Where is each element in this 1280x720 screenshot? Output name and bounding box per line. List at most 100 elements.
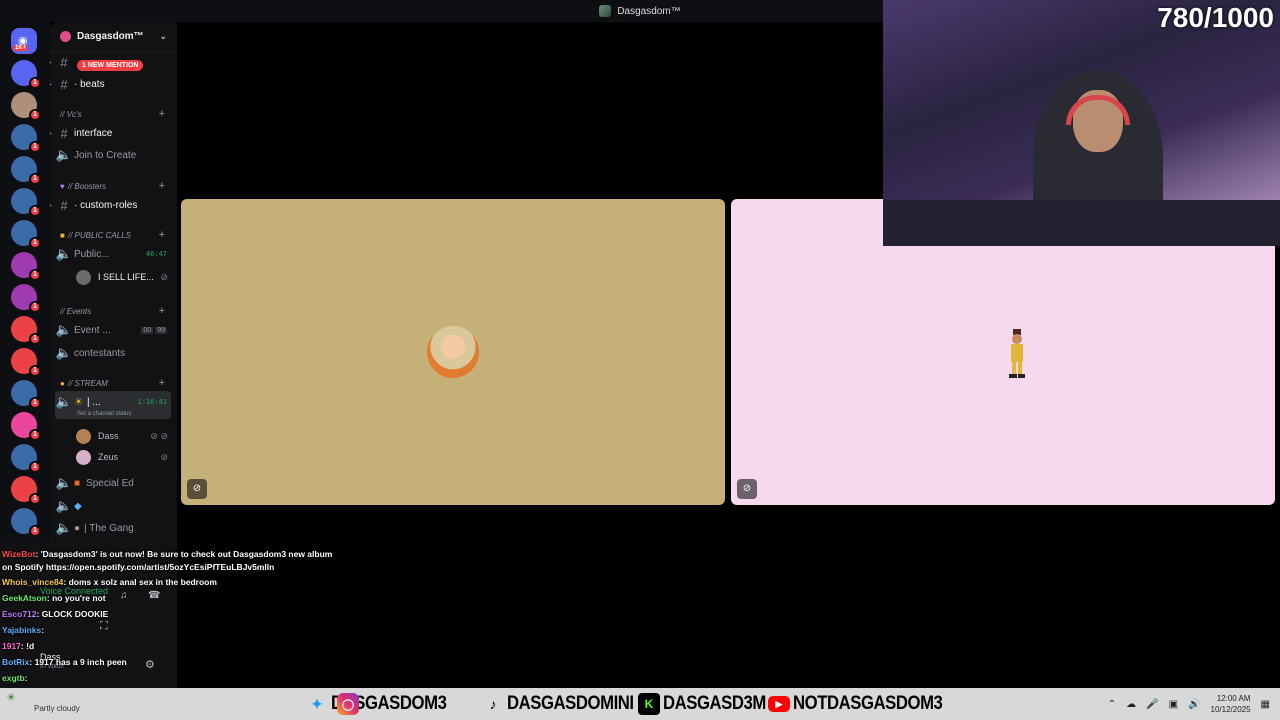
server-icon-6[interactable]: 1 (11, 252, 41, 281)
voice-user[interactable]: I SELL LIFE... ⊘ (76, 268, 176, 286)
add-channel-icon[interactable]: + (159, 180, 165, 192)
chevron-up-icon[interactable]: ⌃ (1108, 699, 1116, 710)
category-stream[interactable]: ● // STREAM + (50, 376, 177, 390)
mic-muted-icon: ⊘ (160, 271, 168, 282)
channel-status-prompt[interactable]: Set a channel status (77, 411, 131, 417)
server-icon-14[interactable]: 1 (11, 508, 41, 537)
hash-icon: # (60, 76, 68, 92)
server-icon-11[interactable]: 1 (11, 412, 41, 441)
chat-username: exgtb (2, 673, 25, 683)
channel-gem[interactable]: 🔈 ◆ (50, 497, 177, 515)
server-icon-10[interactable]: 1 (11, 380, 41, 409)
chat-username: Yajabinks (2, 625, 42, 635)
user-avatar (1009, 329, 1025, 378)
unread-indicator-icon: ▶ (50, 59, 52, 66)
call-timer: 46:47 (145, 250, 167, 258)
call-timer: 1:16:41 (137, 398, 167, 406)
server-icon-1[interactable]: 1 (11, 92, 41, 121)
speaker-icon: 🔈 (55, 475, 73, 490)
social-tiktok: ♪ DASGASDOMINI (482, 692, 651, 716)
channel-the-gang[interactable]: 🔈 ● | The Gang (50, 519, 177, 537)
weather-label: Partly cloudy (34, 704, 80, 713)
server-header[interactable]: Dasgasdom™ ⌄ (50, 22, 177, 52)
category-label: // PUBLIC CALLS (67, 230, 131, 240)
avatar (76, 269, 91, 285)
category-public-calls[interactable]: ■ // PUBLIC CALLS + (50, 228, 177, 242)
tiktok-icon: ♪ (489, 696, 497, 712)
voice-user-dass[interactable]: Dass ⊘ ⊘ (76, 427, 176, 445)
server-icon-7[interactable]: 1 (11, 284, 41, 313)
cloud-icon[interactable]: ☁ (1126, 699, 1136, 710)
server-icon-2[interactable]: 1 (11, 124, 41, 153)
unread-badge: 1 (29, 333, 41, 345)
channel-label: · beats (74, 78, 105, 90)
channel-public[interactable]: 🔈 Public... 46:47 (50, 245, 177, 263)
gem-icon: ◆ (74, 500, 82, 512)
channel-stream[interactable]: 🔈 ☀ | ... 1:16:41 (50, 393, 177, 411)
channel-special-ed[interactable]: 🔈 ■ Special Ed (50, 474, 177, 492)
channel-label: interface (74, 127, 113, 139)
channel-label: Public... (74, 248, 110, 260)
unread-indicator-icon: ▶ (50, 130, 52, 137)
video-tile-dass[interactable]: ⊘ (181, 199, 725, 505)
channel-interface[interactable]: ▶ # interface (50, 124, 177, 142)
social-handle: DASGASD3M (663, 693, 766, 714)
speaker-icon: 🔈 (55, 520, 73, 535)
server-icon-3[interactable]: 1 (11, 156, 41, 185)
server-icon-5[interactable]: 1 (11, 220, 41, 249)
add-channel-icon[interactable]: + (159, 377, 165, 389)
network-icon[interactable]: ▣ (1169, 699, 1178, 710)
mic-muted-icon: ⊘ (737, 479, 757, 499)
voice-user-name: Zeus (98, 452, 119, 462)
home-button[interactable]: ◉ 1K+ (11, 28, 37, 54)
unread-badge: 1 (29, 365, 41, 377)
channel-join-to-create[interactable]: 🔈 Join to Create (50, 146, 177, 164)
chat-text: : no you're not (46, 593, 106, 603)
weather-icon: ☀ (6, 692, 16, 704)
add-channel-icon[interactable]: + (159, 108, 165, 120)
channel-custom-roles[interactable]: ▶ # · custom-roles (50, 196, 177, 214)
avatar (76, 428, 91, 444)
channel-contestants[interactable]: 🔈 contestants (50, 344, 177, 362)
chat-username: Esco712 (2, 609, 37, 619)
chat-message: BotRix: 1917 has a 9 inch peen (2, 654, 342, 670)
speaker-icon: 🔈 (55, 394, 73, 409)
add-channel-icon[interactable]: + (159, 229, 165, 241)
new-mention-badge[interactable]: 1 NEW MENTION (77, 60, 144, 71)
youtube-icon: ▶ (768, 696, 790, 712)
chat-text: : (24, 673, 28, 683)
unread-badge: 1 (29, 77, 41, 89)
channel-label: | The Gang (84, 522, 134, 534)
user-limit: 99 (155, 326, 167, 334)
chat-text: : 'Dasgasdom3' is out now! Be sure to ch… (2, 549, 333, 572)
unread-badge: 1 (29, 109, 41, 121)
server-icon-9[interactable]: 1 (11, 348, 41, 377)
server-icon-0[interactable]: 1 (11, 60, 41, 89)
add-channel-icon[interactable]: + (159, 305, 165, 317)
server-icon-12[interactable]: 1 (11, 444, 41, 473)
chevron-down-icon[interactable]: ⌄ (159, 31, 167, 42)
voice-user-zeus[interactable]: Zeus ⊘ (76, 448, 176, 466)
category-vcs[interactable]: // Vc's + (50, 107, 177, 121)
mic-muted-icon: ⊘ (187, 479, 207, 499)
notification-icon[interactable]: ▦ (1261, 699, 1270, 710)
kick-icon: K (638, 693, 660, 715)
volume-icon[interactable]: 🔊 (1188, 699, 1200, 710)
sun-icon: ☀ (74, 396, 83, 408)
unread-badge: 1 (29, 397, 41, 409)
webcam-overlay: 780/1000 (883, 0, 1280, 246)
server-icon-13[interactable]: 1 (11, 476, 41, 505)
clock[interactable]: 12:00 AM 10/12/2025 (1211, 693, 1251, 715)
server-icon-4[interactable]: 1 (11, 188, 41, 217)
unread-indicator-icon: ▶ (50, 202, 52, 209)
category-events[interactable]: // Events + (50, 304, 177, 318)
channel-event[interactable]: 🔈 Event ... 00 99 (50, 321, 177, 339)
channel-beats[interactable]: ▶ # · beats (50, 75, 177, 93)
category-boosters[interactable]: ♥ // Boosters + (50, 179, 177, 193)
chat-message: Whois_vince84: doms x solz anal sex in t… (2, 574, 342, 590)
unread-badge: 1 (29, 301, 41, 313)
server-icon-8[interactable]: 1 (11, 316, 41, 345)
social-youtube: ▶ NOTDASGASDOM3 (768, 692, 963, 716)
chat-message: WizeBot: 'Dasgasdom3' is out now! Be sur… (2, 548, 342, 574)
microphone-icon[interactable]: 🎤 (1146, 699, 1158, 710)
